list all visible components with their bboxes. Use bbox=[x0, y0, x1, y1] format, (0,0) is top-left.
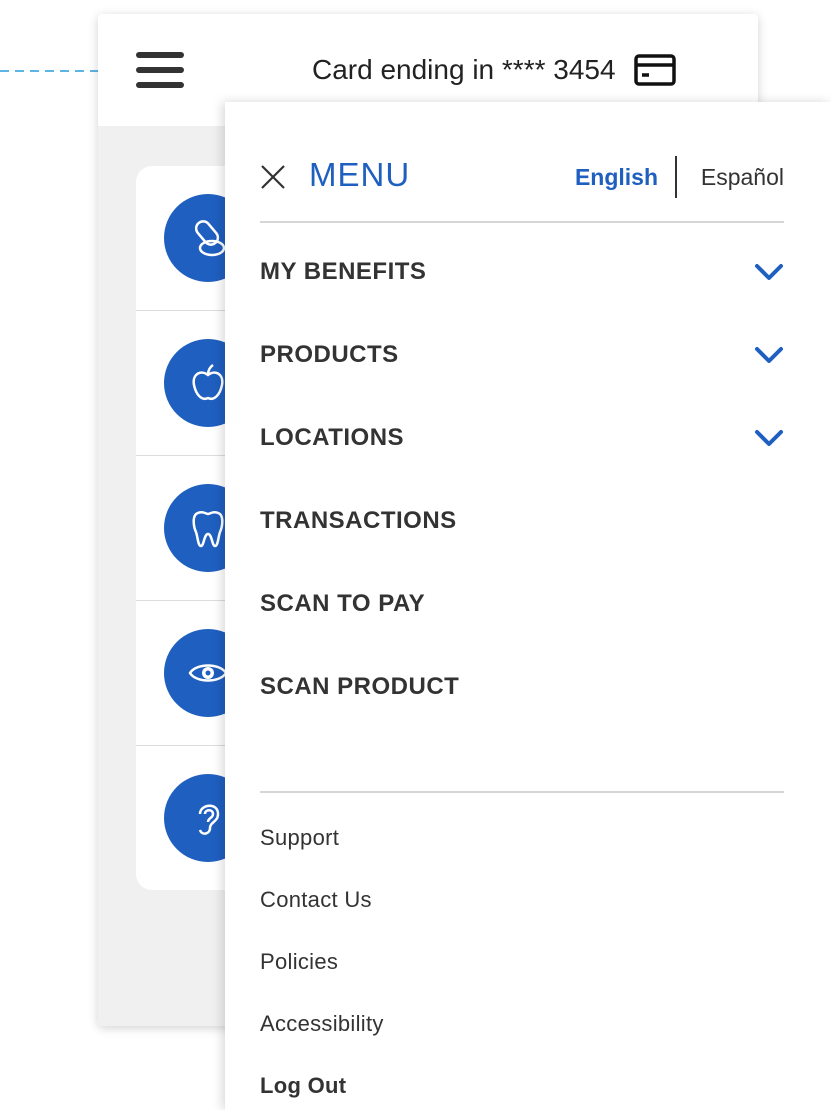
nav-item-scan-product[interactable]: SCAN PRODUCT bbox=[260, 645, 784, 728]
chevron-down-icon bbox=[755, 263, 783, 280]
tooth-icon bbox=[192, 510, 224, 548]
language-english-link[interactable]: English bbox=[575, 164, 658, 191]
nav-item-label: TRANSACTIONS bbox=[260, 506, 457, 534]
accessibility-link[interactable]: Accessibility bbox=[260, 993, 784, 1055]
pills-icon bbox=[194, 220, 226, 257]
card-info[interactable]: Card ending in **** 3454 bbox=[312, 54, 676, 86]
menu-title: MENU bbox=[309, 156, 411, 193]
close-icon[interactable] bbox=[260, 164, 286, 190]
chevron-down-icon bbox=[755, 346, 783, 363]
nav-item-label: LOCATIONS bbox=[260, 423, 405, 451]
hamburger-menu-icon[interactable] bbox=[136, 48, 184, 92]
card-label: Card ending in **** 3454 bbox=[312, 54, 616, 85]
support-link[interactable]: Support bbox=[260, 807, 784, 869]
chevron-down-icon bbox=[755, 429, 783, 446]
policies-link[interactable]: Policies bbox=[260, 931, 784, 993]
menu-divider bbox=[260, 221, 784, 223]
language-divider bbox=[675, 156, 677, 198]
menu-header: MENU English Español bbox=[260, 152, 784, 202]
nav-item-scan-to-pay[interactable]: SCAN TO PAY bbox=[260, 562, 784, 645]
credit-card-icon bbox=[633, 54, 676, 86]
log-out-link[interactable]: Log Out bbox=[260, 1055, 784, 1110]
nav-item-locations[interactable]: LOCATIONS bbox=[260, 396, 784, 479]
language-spanish-link[interactable]: Español bbox=[701, 164, 784, 191]
screenshot-canvas: Card ending in **** 3454 MENU English Es… bbox=[0, 0, 831, 1110]
contact-us-link[interactable]: Contact Us bbox=[260, 869, 784, 931]
eye-icon bbox=[188, 664, 228, 682]
ear-icon bbox=[198, 804, 220, 835]
nav-item-products[interactable]: PRODUCTS bbox=[260, 313, 784, 396]
nav-item-my-benefits[interactable]: MY BENEFITS bbox=[260, 230, 784, 313]
nav-item-label: SCAN TO PAY bbox=[260, 589, 426, 617]
menu-divider bbox=[260, 791, 784, 793]
primary-nav: MY BENEFITS PRODUCTS LOCATIONS TRANSACTI… bbox=[260, 230, 784, 728]
nav-item-label: MY BENEFITS bbox=[260, 257, 427, 285]
menu-drawer: MENU English Español MY BENEFITS PRODUCT… bbox=[225, 102, 831, 1110]
secondary-nav: Support Contact Us Policies Accessibilit… bbox=[260, 807, 784, 1110]
nav-item-label: SCAN PRODUCT bbox=[260, 672, 460, 700]
nav-item-transactions[interactable]: TRANSACTIONS bbox=[260, 479, 784, 562]
nav-item-label: PRODUCTS bbox=[260, 340, 399, 368]
apple-icon bbox=[192, 363, 224, 400]
